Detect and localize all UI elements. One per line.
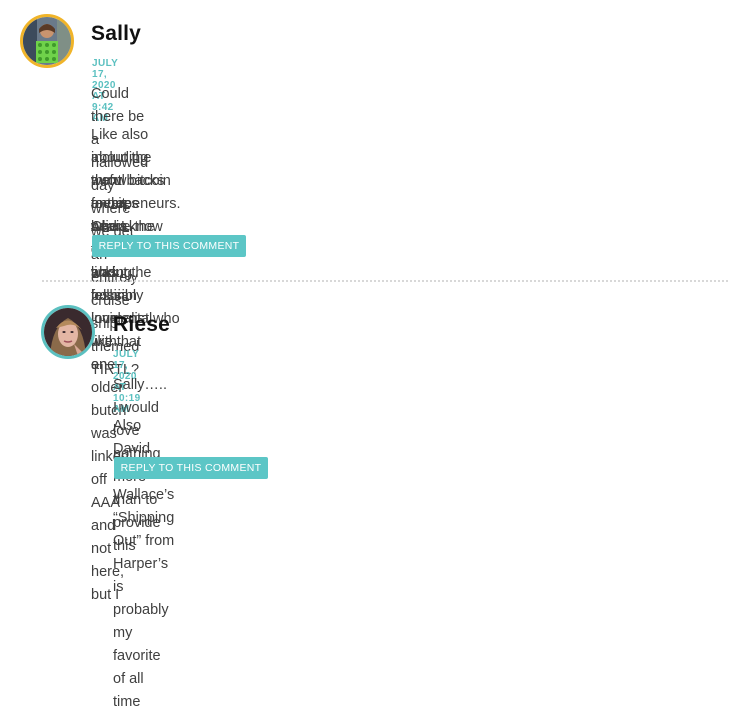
comment-divider	[42, 280, 728, 282]
comment-author: Sally	[91, 22, 142, 45]
reply-button[interactable]: REPLY TO THIS COMMENT	[114, 457, 268, 479]
avatar-riese-photo	[44, 308, 92, 356]
comment-author: Riese	[113, 313, 171, 336]
avatar-riese[interactable]	[41, 305, 95, 359]
reply-button[interactable]: REPLY TO THIS COMMENT	[92, 235, 246, 257]
avatar-sally-photo	[23, 17, 71, 65]
avatar-sally[interactable]	[20, 14, 74, 68]
